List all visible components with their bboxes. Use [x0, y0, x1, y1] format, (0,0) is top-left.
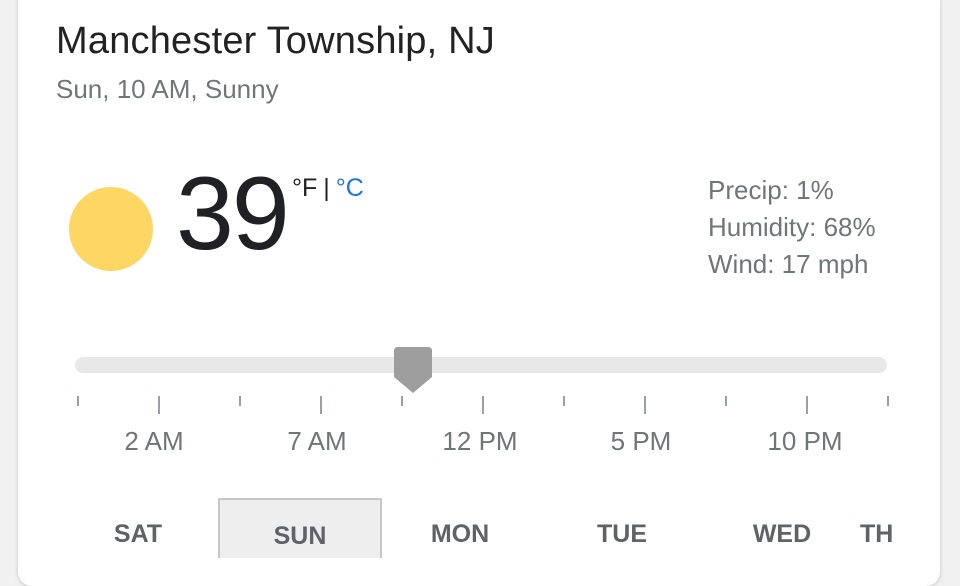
time-tick [482, 396, 484, 414]
day-tab-tue[interactable]: TUE [540, 498, 704, 558]
unit-separator: | [323, 174, 330, 202]
hour-label: 7 AM [287, 426, 347, 456]
weather-subtitle: Sun, 10 AM, Sunny [56, 74, 279, 104]
hour-label: 2 AM [124, 426, 184, 456]
day-tab-mon[interactable]: MON [378, 498, 542, 558]
hour-label: 12 PM [442, 426, 518, 456]
time-tick [239, 396, 241, 406]
day-tab-sat[interactable]: SAT [56, 498, 220, 558]
unit-toggle: °F | °C [292, 174, 364, 203]
hour-label: 5 PM [610, 426, 672, 456]
time-tick [806, 396, 808, 414]
precip-value: Precip: 1% [708, 175, 834, 205]
weather-card: Manchester Township, NJ Sun, 10 AM, Sunn… [18, 0, 940, 586]
time-slider-track[interactable] [75, 357, 887, 373]
day-tab-sun[interactable]: SUN [218, 498, 382, 558]
weather-details: Precip: 1% Humidity: 68% Wind: 17 mph [708, 172, 876, 283]
location-title: Manchester Township, NJ [56, 20, 495, 62]
time-slider-thumb[interactable] [394, 347, 432, 395]
current-temperature: 39 [176, 156, 290, 272]
time-tick [77, 396, 79, 406]
time-tick [887, 396, 889, 406]
time-tick [725, 396, 727, 406]
day-tab-wed[interactable]: WED [700, 498, 864, 558]
sun-icon [69, 187, 153, 271]
hour-label: 10 PM [767, 426, 843, 456]
time-tick [158, 396, 160, 414]
time-tick [320, 396, 322, 414]
wind-value: Wind: 17 mph [708, 249, 869, 279]
humidity-value: Humidity: 68% [708, 212, 876, 242]
time-tick [563, 396, 565, 406]
time-tick [401, 396, 403, 406]
celsius-link[interactable]: °C [336, 174, 364, 202]
day-tab-thu[interactable]: TH [860, 498, 940, 558]
fahrenheit-unit[interactable]: °F [292, 174, 317, 202]
time-tick [644, 396, 646, 414]
